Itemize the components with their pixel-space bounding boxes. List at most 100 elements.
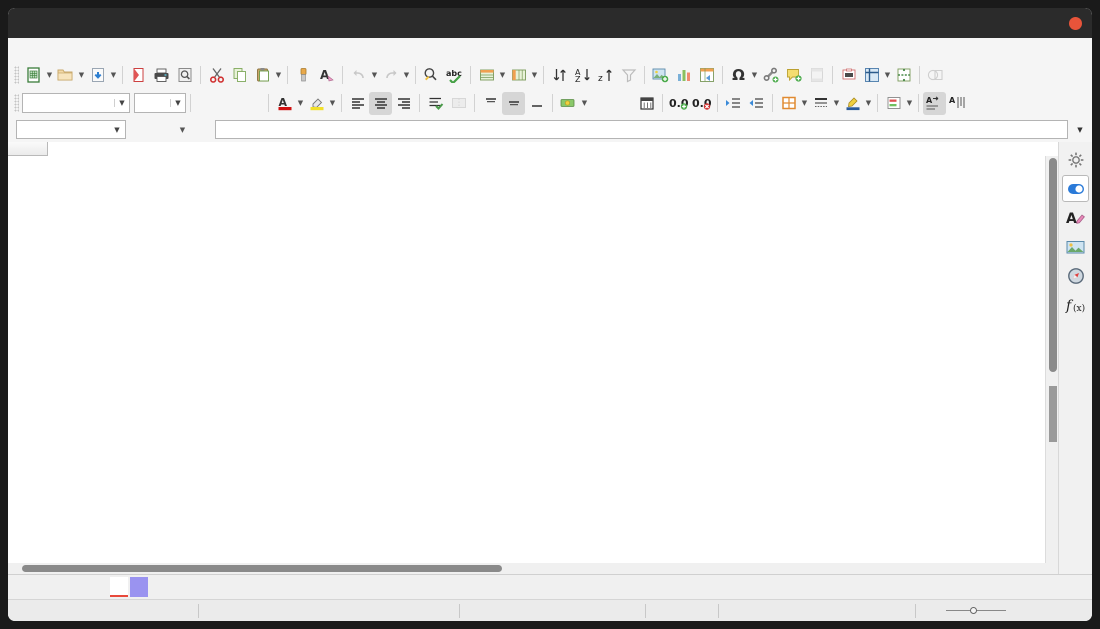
borders-icon[interactable] <box>777 92 800 115</box>
sort-icon[interactable] <box>548 64 571 87</box>
borders-dropdown-icon[interactable]: ▼ <box>800 92 809 115</box>
menu-insert[interactable] <box>74 48 92 52</box>
menu-file[interactable] <box>20 48 38 52</box>
print-preview-icon[interactable] <box>173 64 196 87</box>
menu-styles[interactable] <box>110 48 128 52</box>
menu-format[interactable] <box>92 48 110 52</box>
zoom-level[interactable] <box>1036 600 1092 621</box>
menu-sheet[interactable] <box>128 48 146 52</box>
border-style-dropdown-icon[interactable]: ▼ <box>832 92 841 115</box>
align-left-icon[interactable] <box>346 92 369 115</box>
row-dropdown-icon[interactable]: ▼ <box>498 64 507 87</box>
insert-image-icon[interactable] <box>649 64 672 87</box>
scroll-split-handle[interactable] <box>1049 386 1057 442</box>
redo-dropdown-icon[interactable]: ▼ <box>402 64 411 87</box>
font-name-dropdown-icon[interactable]: ▼ <box>114 99 129 107</box>
open-file-dropdown-icon[interactable]: ▼ <box>77 64 86 87</box>
decrease-indent-icon[interactable] <box>745 92 768 115</box>
horizontal-scrollbar[interactable] <box>8 563 1058 574</box>
format-date-icon[interactable] <box>635 92 658 115</box>
add-decimal-icon[interactable]: 0.0 <box>667 92 690 115</box>
sum-dropdown-icon[interactable]: ▼ <box>178 118 187 141</box>
format-percent-icon[interactable] <box>589 92 612 115</box>
row-icon[interactable] <box>475 64 498 87</box>
menu-help[interactable] <box>200 48 218 52</box>
insert-chart-icon[interactable] <box>672 64 695 87</box>
show-draw-functions-icon[interactable] <box>924 64 947 87</box>
border-style-icon[interactable] <box>809 92 832 115</box>
last-sheet-button[interactable] <box>68 578 84 596</box>
name-box-dropdown-icon[interactable]: ▼ <box>109 126 125 134</box>
insert-hyperlink-icon[interactable] <box>759 64 782 87</box>
new-document-icon[interactable] <box>22 64 45 87</box>
spreadsheet-grid[interactable] <box>8 142 1058 574</box>
redo-icon[interactable] <box>379 64 402 87</box>
spelling-icon[interactable]: abc <box>443 64 466 87</box>
clone-formatting-icon[interactable] <box>292 64 315 87</box>
menu-data[interactable] <box>146 48 164 52</box>
conditional-formatting-icon[interactable] <box>882 92 905 115</box>
sidebar-functions-icon[interactable]: f(x) <box>1062 291 1089 318</box>
save-icon[interactable] <box>86 64 109 87</box>
menu-tools[interactable] <box>164 48 182 52</box>
delete-decimal-icon[interactable]: 0.0 <box>690 92 713 115</box>
paste-icon[interactable] <box>251 64 274 87</box>
format-number-icon[interactable] <box>612 92 635 115</box>
text-direction-ltr-icon[interactable]: A <box>923 92 946 115</box>
font-color-dropdown-icon[interactable]: ▼ <box>296 92 305 115</box>
sort-ascending-icon[interactable]: AZ <box>571 64 594 87</box>
bold-button[interactable] <box>195 92 218 115</box>
increase-indent-icon[interactable] <box>722 92 745 115</box>
autofilter-icon[interactable] <box>617 64 640 87</box>
sidebar-gallery-icon[interactable] <box>1062 233 1089 260</box>
sidebar-properties-icon[interactable] <box>1062 175 1089 202</box>
conditional-formatting-dropdown-icon[interactable]: ▼ <box>905 92 914 115</box>
special-character-icon[interactable]: Ω <box>727 64 750 87</box>
clear-formatting-icon[interactable]: A <box>315 64 338 87</box>
italic-button[interactable] <box>218 92 241 115</box>
menu-view[interactable] <box>56 48 74 52</box>
highlight-color-icon[interactable] <box>305 92 328 115</box>
wrap-text-icon[interactable] <box>424 92 447 115</box>
cell-area[interactable] <box>48 156 1058 574</box>
close-button[interactable] <box>1069 17 1082 30</box>
font-color-icon[interactable]: A <box>273 92 296 115</box>
pivot-table-icon[interactable] <box>695 64 718 87</box>
font-size-combo[interactable]: ▼ <box>134 93 186 113</box>
align-bottom-icon[interactable] <box>525 92 548 115</box>
sheet-tab-blood-pressure-data[interactable] <box>110 577 128 597</box>
save-dropdown-icon[interactable]: ▼ <box>109 64 118 87</box>
status-language[interactable] <box>460 600 645 621</box>
align-center-vertical-icon[interactable] <box>502 92 525 115</box>
find-replace-icon[interactable] <box>420 64 443 87</box>
underline-button[interactable] <box>241 92 264 115</box>
status-selection-mode[interactable] <box>686 600 718 621</box>
maximize-button[interactable] <box>1044 17 1057 30</box>
select-all-corner[interactable] <box>8 142 48 156</box>
function-wizard-icon[interactable] <box>130 120 150 140</box>
minimize-button[interactable] <box>1019 17 1032 30</box>
formula-input[interactable] <box>215 120 1068 139</box>
paste-dropdown-icon[interactable]: ▼ <box>274 64 283 87</box>
align-center-icon[interactable] <box>369 92 392 115</box>
align-right-icon[interactable] <box>392 92 415 115</box>
vertical-scrollbar-thumb[interactable] <box>1049 158 1057 372</box>
column-icon[interactable] <box>507 64 530 87</box>
format-currency-icon[interactable] <box>557 92 580 115</box>
format-currency-dropdown-icon[interactable]: ▼ <box>580 92 589 115</box>
freeze-print-area-icon[interactable] <box>837 64 860 87</box>
zoom-knob[interactable] <box>970 607 977 614</box>
freeze-rows-columns-icon[interactable] <box>860 64 883 87</box>
formula-icon[interactable] <box>191 120 211 140</box>
formula-expand-icon[interactable]: ▼ <box>1072 120 1088 139</box>
next-sheet-button[interactable] <box>50 578 66 596</box>
status-insert-mode[interactable] <box>646 600 686 621</box>
export-pdf-icon[interactable] <box>127 64 150 87</box>
name-box[interactable]: ▼ <box>16 120 126 139</box>
prev-sheet-button[interactable] <box>32 578 48 596</box>
print-icon[interactable] <box>150 64 173 87</box>
sidebar-navigator-icon[interactable] <box>1062 262 1089 289</box>
border-color-dropdown-icon[interactable]: ▼ <box>864 92 873 115</box>
freeze-dropdown-icon[interactable]: ▼ <box>883 64 892 87</box>
split-window-icon[interactable] <box>892 64 915 87</box>
